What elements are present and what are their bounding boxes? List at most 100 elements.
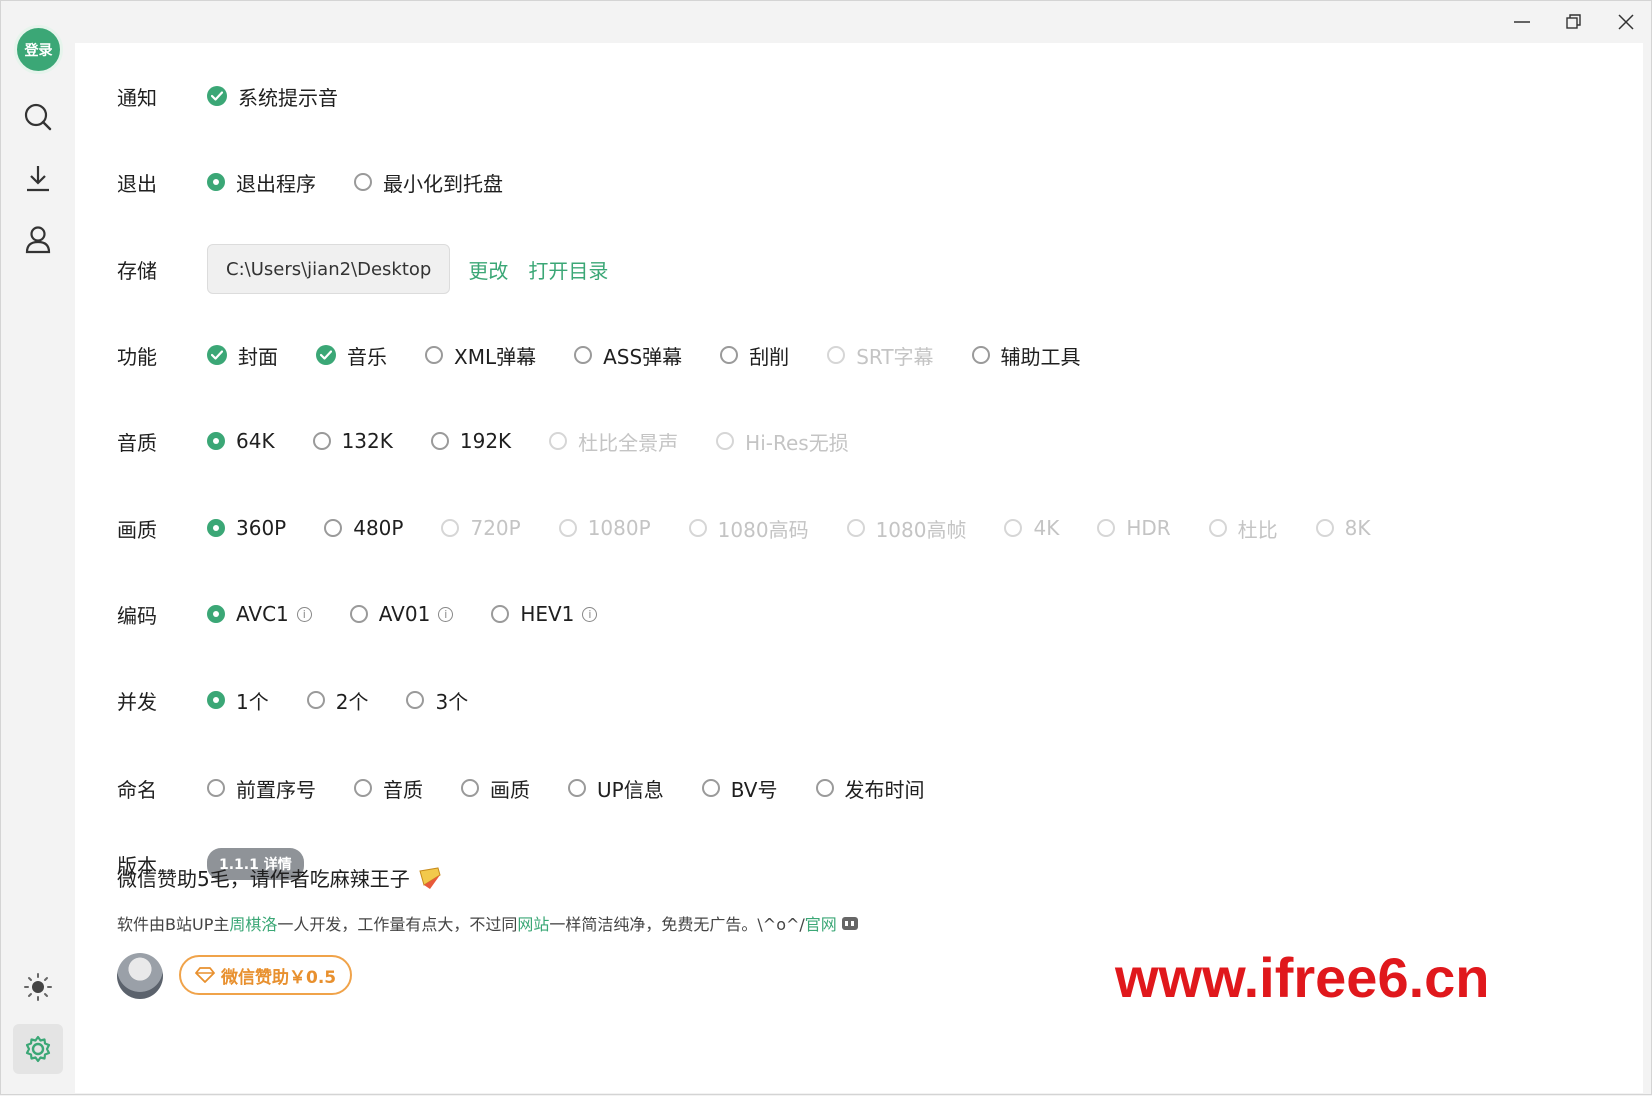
radio-unselected-icon [312,432,331,450]
close-icon [1618,14,1634,30]
theme-toggle[interactable] [17,966,59,1008]
option-video-1[interactable]: 480P [324,514,403,543]
app-window: 登录 通知 系统提示音 退出 退出程序 最小化到托盘 存储 C:\Users\j… [0,0,1652,1095]
option-features-4[interactable]: 刮削 [720,341,789,370]
settings-panel: 通知 系统提示音 退出 退出程序 最小化到托盘 存储 C:\Users\jian2… [75,43,1643,1093]
option-label: Hi-Res无损 [745,430,849,455]
option-label: 发布时间 [844,777,925,802]
option-label: 最小化到托盘 [383,171,503,196]
option-label: 封面 [238,344,278,369]
checkbox-checked-icon [316,345,336,365]
option-audio-0[interactable]: 64K [207,427,275,456]
option-label: 2个 [335,689,369,714]
option-naming-0[interactable]: 前置序号 [207,774,316,803]
option-group: 360P 480P 720P 1080P 1080高码 1080高帧 4K HDR 杜比 8K [207,514,1409,543]
sponsor-title-text: 微信赞助5毛，请作者吃麻辣王子 [117,867,410,891]
option-group: 1个 2个 3个 [207,686,506,715]
option-naming-2[interactable]: 画质 [461,774,530,803]
radio-unselected-icon [549,432,568,450]
option-video-4: 1080高码 [688,514,809,543]
option-naming-1[interactable]: 音质 [354,774,423,803]
official-site-link[interactable]: 官网 [805,911,837,935]
option-features-3[interactable]: ASS弹幕 [574,341,682,370]
login-button[interactable]: 登录 [14,25,63,74]
option-group: 封面 音乐 XML弹幕 ASS弹幕 刮削 SRT字幕 辅助工具 [207,341,1119,370]
sidebar-search[interactable] [17,96,59,138]
option-concurrency-2[interactable]: 3个 [406,686,468,715]
radio-unselected-icon [815,779,834,797]
storage-path-field[interactable]: C:\Users\jian2\Desktop [207,244,451,294]
minimize-button[interactable] [1499,7,1545,37]
wechat-sponsor-button[interactable]: 微信赞助￥0.5 [179,955,353,995]
radio-unselected-icon [349,605,368,623]
radio-unselected-icon [406,691,425,709]
option-codec-1[interactable]: AV01 i [349,602,454,626]
option-features-0[interactable]: 封面 [207,341,278,370]
option-concurrency-1[interactable]: 2个 [306,686,369,715]
sidebar-user[interactable] [17,218,59,260]
info-icon[interactable]: i [582,606,598,622]
option-video-0[interactable]: 360P [207,514,286,543]
restore-button[interactable] [1551,7,1597,37]
close-button[interactable] [1603,7,1649,37]
option-exit-1[interactable]: 最小化到托盘 [354,168,503,197]
option-features-1[interactable]: 音乐 [316,341,387,370]
radio-unselected-icon [971,346,990,364]
site-link[interactable]: 网站 [517,911,549,935]
option-label: 1080高码 [717,517,809,542]
row-notify: 通知 系统提示音 [117,76,376,116]
option-exit-0[interactable]: 退出程序 [207,168,316,197]
checkbox-checked-icon [207,345,227,365]
option-label: HDR [1126,516,1171,540]
option-group: 系统提示音 [207,82,376,111]
radio-unselected-icon [491,605,510,623]
option-audio-1[interactable]: 132K [312,427,393,456]
option-label: 192K [459,429,512,453]
radio-selected-icon [207,519,225,537]
sponsor-button-label: 微信赞助￥0.5 [221,967,337,988]
option-audio-2[interactable]: 192K [430,427,512,456]
option-group: AVC1 i AV01 i HEV1 i [207,602,635,626]
option-label: 音乐 [347,344,387,369]
option-concurrency-0[interactable]: 1个 [207,686,269,715]
option-video-6: 4K [1004,514,1059,543]
radio-selected-icon [207,173,225,191]
checkbox-checked-icon [207,86,227,106]
radio-unselected-icon [1004,519,1023,537]
option-label: AV01 [378,602,431,626]
option-label: 132K [341,429,393,453]
theme-sun-icon [24,973,52,1001]
option-audio-3: 杜比全景声 [549,427,678,456]
option-label: 64K [236,429,275,453]
option-codec-0[interactable]: AVC1 i [207,602,312,626]
info-icon[interactable]: i [438,606,454,622]
radio-unselected-icon [354,173,372,191]
row-label: 通知 [117,85,157,110]
radio-unselected-icon [207,779,225,797]
author-link[interactable]: 周棋洛 [229,911,277,935]
restore-icon [1566,14,1581,29]
option-naming-5[interactable]: 发布时间 [815,774,925,803]
option-features-6[interactable]: 辅助工具 [971,341,1081,370]
change-path-link[interactable]: 更改 [468,255,508,284]
option-video-3: 1080P [558,514,651,543]
option-notify-0[interactable]: 系统提示音 [207,82,338,111]
info-icon[interactable]: i [296,606,312,622]
sidebar-settings[interactable] [13,1024,63,1074]
option-naming-4[interactable]: BV号 [701,774,778,803]
row-label: 退出 [117,171,157,196]
option-group: 退出程序 最小化到托盘 [207,168,541,197]
radio-selected-icon [207,432,225,450]
download-icon [27,166,49,192]
option-codec-2[interactable]: HEV1 i [491,602,598,626]
bilibili-icon [841,917,858,930]
option-label: HEV1 [520,602,575,626]
option-features-2[interactable]: XML弹幕 [425,341,536,370]
sidebar-download[interactable] [17,157,59,199]
radio-unselected-icon [720,346,739,364]
option-naming-3[interactable]: UP信息 [568,774,664,803]
radio-unselected-icon [461,779,479,797]
open-directory-link[interactable]: 打开目录 [528,255,608,284]
option-video-9: 8K [1315,514,1371,543]
option-video-7: HDR [1097,514,1171,543]
